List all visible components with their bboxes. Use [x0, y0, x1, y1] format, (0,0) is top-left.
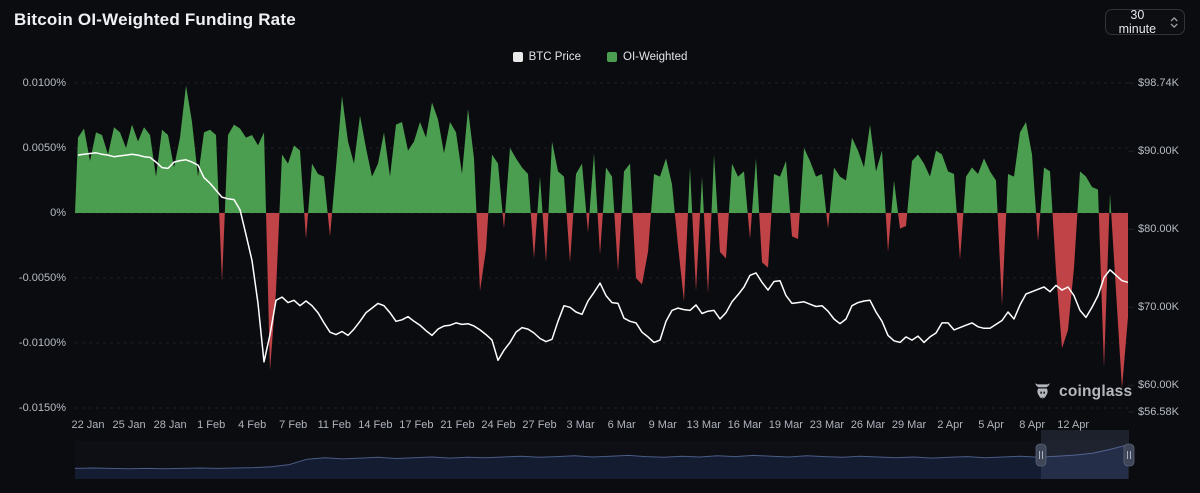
navigator-handle-right[interactable] — [1124, 444, 1134, 466]
y-axis-right-label: $70.00K — [1138, 300, 1179, 314]
y-axis-left-label: 0.0100% — [0, 76, 66, 90]
y-axis-left-label: -0.0050% — [0, 271, 66, 285]
x-axis-label: 12 Apr — [1041, 418, 1105, 432]
y-axis-right-label: $98.74K — [1138, 76, 1179, 90]
navigator-handle-left[interactable] — [1036, 444, 1046, 466]
y-axis-left-label: 0% — [0, 206, 66, 220]
y-axis-left-label: -0.0100% — [0, 336, 66, 350]
navigator-selection[interactable] — [1041, 430, 1129, 479]
y-axis-left-label: 0.0050% — [0, 141, 66, 155]
y-axis-right-label: $60.00K — [1138, 378, 1179, 392]
coinglass-watermark: coinglass — [1032, 381, 1132, 402]
funding-rate-page: Bitcoin OI-Weighted Funding Rate 30 minu… — [0, 0, 1200, 493]
watermark-text: coinglass — [1059, 383, 1132, 401]
y-axis-right-label: $56.58K — [1138, 405, 1179, 419]
y-axis-left-label: -0.0150% — [0, 401, 66, 415]
y-axis-right-label: $80.00K — [1138, 222, 1179, 236]
y-axis-right-label: $90.00K — [1138, 144, 1179, 158]
coinglass-bull-icon — [1032, 381, 1053, 402]
